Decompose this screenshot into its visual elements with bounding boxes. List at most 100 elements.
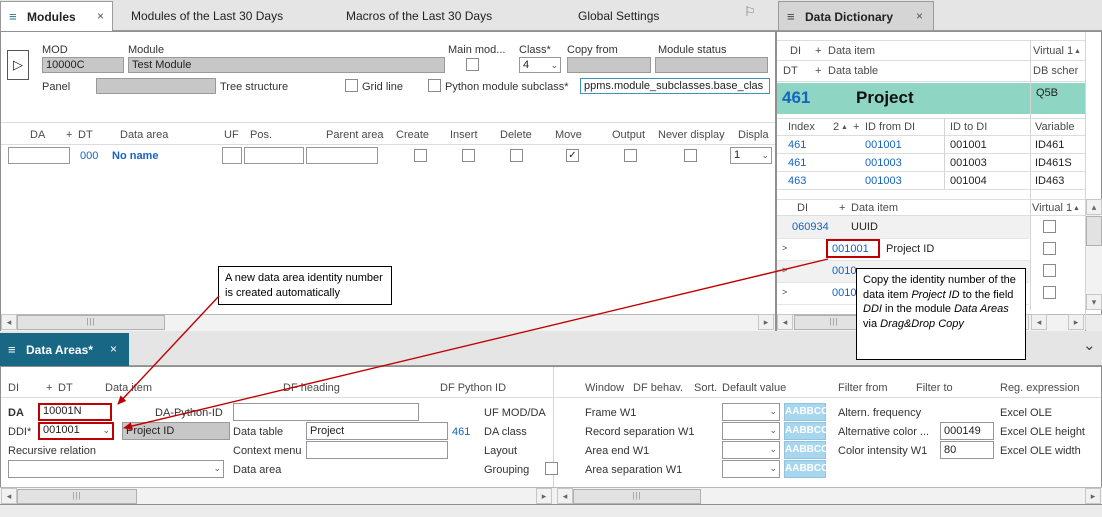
delete-checkbox[interactable] bbox=[510, 149, 523, 162]
module-name-field[interactable]: Test Module bbox=[128, 57, 445, 73]
area-separation-color-swatch[interactable]: AABBCC bbox=[784, 460, 826, 478]
cell-id-from[interactable]: 001003 bbox=[865, 175, 902, 187]
expander-icon[interactable]: > bbox=[782, 265, 787, 275]
scrollbar-thumb[interactable]: ||| bbox=[17, 489, 137, 504]
class-select[interactable]: 4 ⌄ bbox=[519, 57, 561, 73]
area-separation-w1-select[interactable]: ⌄ bbox=[722, 460, 780, 478]
tab-data-dictionary[interactable]: ≡ Data Dictionary × bbox=[778, 1, 934, 31]
area-end-color-swatch[interactable]: AABBCC bbox=[784, 441, 826, 459]
panel-field[interactable] bbox=[96, 78, 216, 94]
virtual-checkbox[interactable] bbox=[1043, 220, 1056, 233]
scroll-up-button[interactable]: ▴ bbox=[1086, 199, 1102, 215]
frame-w1-select[interactable]: ⌄ bbox=[722, 403, 780, 421]
data-table-field[interactable]: Project bbox=[306, 422, 448, 440]
flag-icon[interactable]: ⚐ bbox=[744, 4, 756, 20]
da-field[interactable]: 10001N bbox=[38, 403, 112, 421]
python-subclass-checkbox[interactable] bbox=[428, 79, 441, 92]
plus-icon[interactable]: + bbox=[815, 45, 821, 57]
cell-index[interactable]: 461 bbox=[788, 157, 806, 169]
cell-variable[interactable]: ID463 bbox=[1035, 175, 1064, 187]
scroll-left-button[interactable]: ◂ bbox=[1, 314, 17, 330]
row-data-area-value[interactable]: No name bbox=[112, 150, 158, 162]
tab-modules[interactable]: ≡ Modules × bbox=[0, 1, 113, 31]
close-icon[interactable]: × bbox=[916, 9, 923, 23]
module-status-field[interactable] bbox=[655, 57, 768, 73]
da-python-id-field[interactable] bbox=[233, 403, 419, 421]
uf-input[interactable] bbox=[222, 147, 242, 164]
cell-id-to[interactable]: 001004 bbox=[950, 175, 987, 187]
cell-index[interactable]: 463 bbox=[788, 175, 806, 187]
scrollbar-thumb[interactable]: ||| bbox=[17, 315, 165, 330]
scroll-right-button[interactable]: ▸ bbox=[758, 314, 774, 330]
close-icon[interactable]: × bbox=[97, 9, 104, 23]
plus-icon[interactable]: + bbox=[46, 382, 52, 394]
cell-id-from[interactable]: 001001 bbox=[865, 139, 902, 151]
scroll-left-button[interactable]: ◂ bbox=[777, 314, 793, 330]
cell-id-from[interactable]: 001003 bbox=[865, 157, 902, 169]
scroll-down-button[interactable]: ▾ bbox=[1086, 294, 1102, 310]
plus-icon[interactable]: + bbox=[839, 202, 845, 214]
display-select[interactable]: 1 ⌄ bbox=[730, 147, 772, 164]
data-item-field[interactable]: Project ID bbox=[122, 422, 230, 440]
expander-icon[interactable]: > bbox=[782, 243, 787, 253]
copy-from-field[interactable] bbox=[567, 57, 651, 73]
tab-macros-last-30-days[interactable]: Macros of the Last 30 Days bbox=[346, 9, 492, 23]
scroll-right-button[interactable]: ▸ bbox=[536, 488, 552, 504]
scroll-left-button[interactable]: ◂ bbox=[1031, 314, 1047, 330]
scroll-left-button[interactable]: ◂ bbox=[557, 488, 573, 504]
virtual-checkbox[interactable] bbox=[1043, 264, 1056, 277]
context-menu-field[interactable] bbox=[306, 441, 448, 459]
recursive-relation-select[interactable]: ⌄ bbox=[8, 460, 224, 478]
scroll-right-button[interactable]: ▸ bbox=[1085, 488, 1101, 504]
cell-id-to[interactable]: 001001 bbox=[950, 139, 987, 151]
tab-data-areas[interactable]: ≡ Data Areas* × bbox=[0, 333, 129, 366]
cell-di[interactable]: 060934 bbox=[792, 221, 829, 233]
run-module-button[interactable]: ▷ bbox=[7, 50, 29, 80]
cell-data-item[interactable]: UUID bbox=[851, 221, 878, 233]
hamburger-icon[interactable]: ≡ bbox=[8, 342, 16, 357]
cell-data-item[interactable]: Project ID bbox=[886, 243, 934, 255]
tab-modules-last-30-days[interactable]: Modules of the Last 30 Days bbox=[131, 9, 283, 23]
plus-icon[interactable]: + bbox=[66, 129, 72, 141]
insert-checkbox[interactable] bbox=[462, 149, 475, 162]
pos-input[interactable] bbox=[244, 147, 304, 164]
cell-index[interactable]: 461 bbox=[788, 139, 806, 151]
grouping-checkbox[interactable] bbox=[545, 462, 558, 475]
cell-di[interactable]: 0010 bbox=[832, 287, 856, 299]
plus-icon[interactable]: + bbox=[815, 65, 821, 77]
area-end-w1-select[interactable]: ⌄ bbox=[722, 441, 780, 459]
scrollbar-thumb[interactable] bbox=[1086, 216, 1102, 246]
tab-global-settings[interactable]: Global Settings bbox=[578, 9, 659, 23]
cell-variable[interactable]: ID461 bbox=[1035, 139, 1064, 151]
expander-icon[interactable]: > bbox=[782, 287, 787, 297]
collapse-panel-icon[interactable]: ⌄ bbox=[1083, 336, 1096, 354]
scroll-right-button[interactable]: ▸ bbox=[1068, 314, 1084, 330]
parent-area-input[interactable] bbox=[306, 147, 378, 164]
record-separation-color-swatch[interactable]: AABBCC bbox=[784, 422, 826, 440]
virtual-checkbox[interactable] bbox=[1043, 242, 1056, 255]
da-input[interactable] bbox=[8, 147, 70, 164]
plus-icon[interactable]: + bbox=[853, 121, 859, 133]
scrollbar-thumb[interactable]: ||| bbox=[573, 489, 701, 504]
color-intensity-field[interactable]: 80 bbox=[940, 441, 994, 459]
virtual-checkbox[interactable] bbox=[1043, 286, 1056, 299]
frame-w1-color-swatch[interactable]: AABBCC bbox=[784, 403, 826, 421]
create-checkbox[interactable] bbox=[414, 149, 427, 162]
cell-variable[interactable]: ID461S bbox=[1035, 157, 1072, 169]
mod-field[interactable]: 10000C bbox=[42, 57, 124, 73]
cell-di[interactable]: 0010 bbox=[832, 265, 856, 277]
never-display-checkbox[interactable] bbox=[684, 149, 697, 162]
grid-line-checkbox[interactable] bbox=[345, 79, 358, 92]
scroll-left-button[interactable]: ◂ bbox=[1, 488, 17, 504]
ddi-select[interactable]: 001001 ⌄ bbox=[38, 422, 114, 440]
close-icon[interactable]: × bbox=[110, 342, 117, 356]
python-subclass-field[interactable]: ppms.module_subclasses.base_clas bbox=[580, 78, 770, 94]
move-checkbox-checked[interactable]: ✓ bbox=[566, 149, 579, 162]
hamburger-icon[interactable]: ≡ bbox=[9, 9, 17, 24]
alternative-color-field[interactable]: 000149 bbox=[940, 422, 994, 440]
main-module-checkbox[interactable] bbox=[466, 58, 479, 71]
output-checkbox[interactable] bbox=[624, 149, 637, 162]
cell-id-to[interactable]: 001003 bbox=[950, 157, 987, 169]
record-separation-w1-select[interactable]: ⌄ bbox=[722, 422, 780, 440]
hamburger-icon[interactable]: ≡ bbox=[787, 9, 795, 24]
